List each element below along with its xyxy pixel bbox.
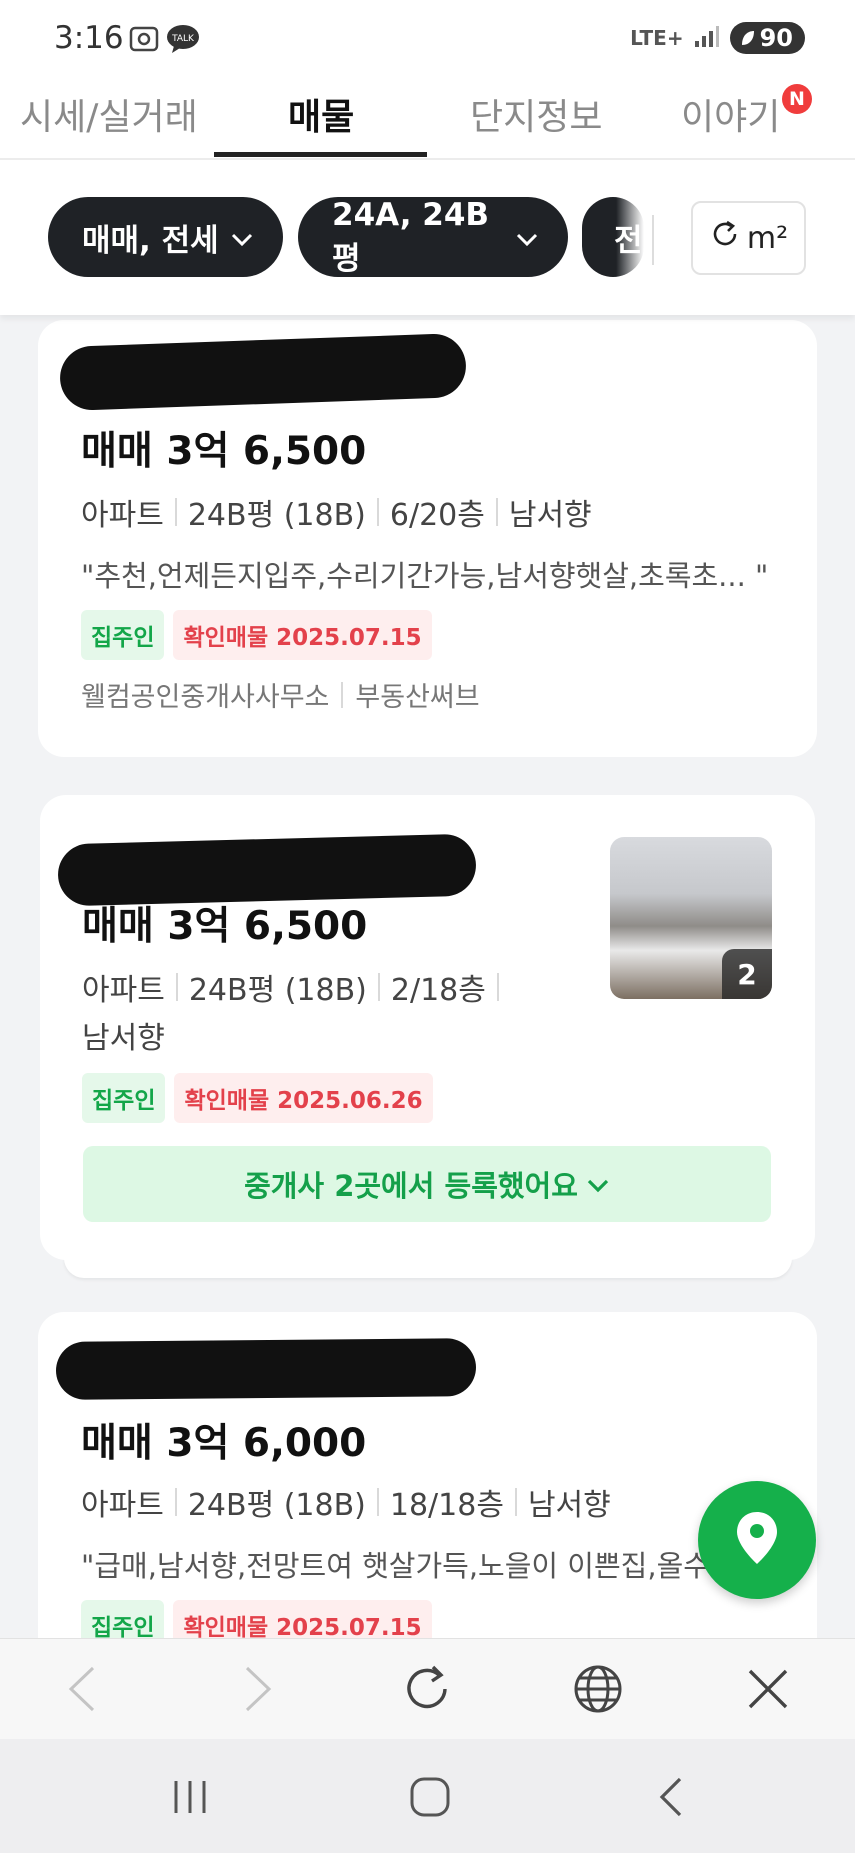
active-tab-indicator	[214, 152, 427, 157]
listing-description: "급매,남서향,전망트여 햇살가득,노을이 이쁜집,올수	[81, 1549, 710, 1583]
spec-area: 24B평 (18B)	[187, 1488, 366, 1523]
refresh-icon	[401, 1663, 453, 1719]
back-icon	[67, 1666, 97, 1716]
verified-badge: 확인매물 2025.07.15	[173, 610, 432, 660]
tab-bar: 시세/실거래 매물 단지정보 이야기	[0, 78, 855, 160]
card-stack-edge	[64, 1258, 792, 1278]
listing-agents: 웰컴공인중개사사무소 부동산써브	[81, 675, 480, 714]
refresh-button[interactable]	[397, 1661, 457, 1721]
agents-expand-button[interactable]: 중개사 2곳에서 등록했어요	[83, 1146, 771, 1222]
system-back-button[interactable]	[640, 1769, 700, 1829]
tab-listings[interactable]: 매물	[288, 88, 354, 140]
photo-count: 2	[722, 949, 772, 999]
globe-button[interactable]	[568, 1661, 628, 1721]
back-button[interactable]	[52, 1661, 112, 1721]
more-filter-label: 전	[614, 222, 643, 259]
battery-level: 90	[759, 24, 793, 52]
browser-toolbar	[0, 1638, 855, 1739]
area-filter[interactable]: 24A, 24B평	[298, 197, 568, 277]
close-icon	[746, 1667, 790, 1715]
tab-stories[interactable]: 이야기	[681, 88, 780, 140]
screenshot-icon	[128, 24, 160, 58]
redacted-title	[55, 1338, 477, 1400]
chevron-down-icon	[516, 219, 538, 255]
listing-price: 매매 3억 6,500	[81, 429, 367, 474]
map-view-button[interactable]	[698, 1481, 816, 1599]
area-label: 24A, 24B평	[332, 196, 490, 277]
reset-unit-button[interactable]: m²	[691, 201, 806, 275]
listing-card[interactable]: 매매 3억 6,500 아파트 24B평 (18B) 6/20층 남서향 "추천…	[38, 320, 817, 757]
more-filter-chip[interactable]: 전	[582, 197, 644, 277]
trade-type-filter[interactable]: 매매, 전세	[48, 197, 283, 277]
battery-leaf-icon	[741, 31, 754, 45]
forward-button[interactable]	[228, 1661, 288, 1721]
filter-bar: 매매, 전세 24A, 24B평 전 m²	[0, 160, 855, 315]
verified-badge: 확인매물 2025.06.26	[174, 1073, 433, 1123]
spec-floor: 2/18층	[390, 973, 486, 1008]
talk-text: TALK	[171, 34, 195, 44]
spec-floor: 18/18층	[389, 1488, 504, 1523]
spec-type: 아파트	[82, 973, 165, 1008]
forward-icon	[243, 1666, 273, 1716]
redacted-title	[59, 332, 467, 412]
agents-expand-label: 중개사 2곳에서 등록했어요	[244, 1169, 578, 1203]
spec-direction: 남서향	[82, 1021, 165, 1056]
chevron-down-icon	[586, 1167, 610, 1201]
map-pin-icon	[735, 1510, 779, 1570]
close-button[interactable]	[738, 1661, 798, 1721]
recents-button[interactable]	[160, 1769, 220, 1829]
refresh-icon	[709, 218, 741, 258]
agent-name: 웰컴공인중개사사무소	[81, 682, 330, 713]
recents-icon	[170, 1779, 210, 1819]
spec-type: 아파트	[81, 1488, 164, 1523]
listing-specs: 아파트 24B평 (18B) 18/18층 남서향	[81, 1480, 611, 1524]
kakaotalk-icon: TALK	[166, 24, 200, 58]
tab-complex-info[interactable]: 단지정보	[470, 88, 602, 140]
listing-price: 매매 3억 6,000	[81, 1421, 367, 1466]
agent-source: 부동산써브	[355, 682, 480, 713]
owner-badge: 집주인	[82, 1073, 166, 1123]
status-time: 3:16	[54, 20, 124, 56]
listing-photo[interactable]: 2	[610, 837, 772, 999]
system-back-icon	[656, 1776, 684, 1822]
chevron-down-icon	[231, 219, 253, 255]
network-label: LTE+	[630, 26, 684, 50]
spec-type: 아파트	[81, 498, 164, 533]
owner-badge: 집주인	[81, 610, 165, 660]
spec-area: 24B평 (18B)	[188, 973, 367, 1008]
listing-price: 매매 3억 6,500	[82, 904, 368, 949]
spec-area: 24B평 (18B)	[187, 498, 366, 533]
trade-type-label: 매매, 전세	[82, 222, 219, 259]
spec-direction: 남서향	[527, 1488, 611, 1523]
listing-specs: 아파트 24B평 (18B) 6/20층 남서향	[81, 490, 592, 534]
filter-divider	[652, 215, 654, 265]
spec-direction: 남서향	[508, 498, 592, 533]
battery-indicator: 90	[729, 22, 805, 54]
listing-description: "추천,언제든지입주,수리기간가능,남서향햇살,초록초... "	[81, 559, 769, 593]
listing-badges: 집주인 확인매물 2025.06.26	[82, 1073, 433, 1123]
signal-icon	[694, 24, 720, 52]
status-right: LTE+ 90	[630, 22, 805, 54]
system-navigation-bar	[0, 1739, 855, 1853]
home-button[interactable]	[400, 1769, 460, 1829]
listing-badges: 집주인 확인매물 2025.07.15	[81, 610, 432, 660]
listing-specs: 아파트 24B평 (18B) 2/18층	[82, 965, 510, 1009]
unit-label: m²	[746, 220, 789, 256]
new-badge: N	[782, 84, 812, 114]
home-icon	[409, 1776, 451, 1822]
status-bar: 3:16 TALK LTE+ 90	[0, 0, 855, 78]
globe-icon	[572, 1663, 624, 1719]
spec-floor: 6/20층	[389, 498, 485, 533]
tab-price-history[interactable]: 시세/실거래	[20, 88, 198, 140]
